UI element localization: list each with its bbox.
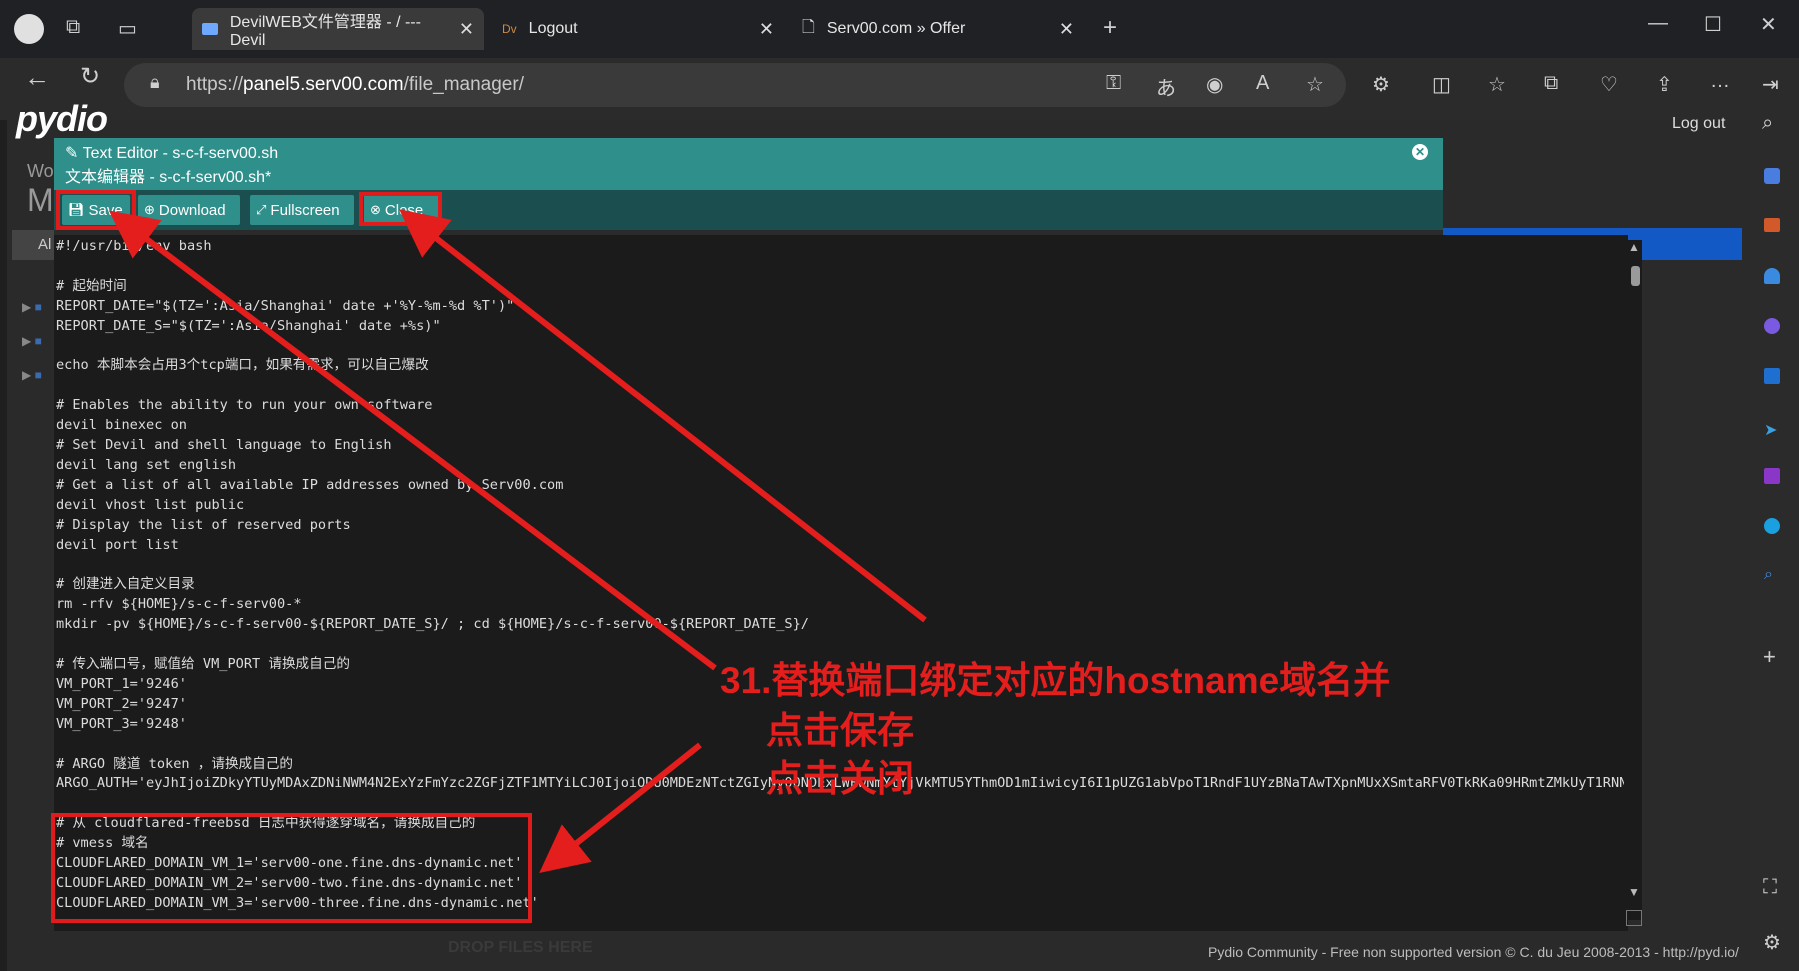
annotation-line-2: 点击保存 — [766, 710, 914, 751]
arrow-to-save — [108, 210, 717, 671]
annotation-line-3: 点击关闭 — [766, 758, 914, 799]
arrow-to-close — [399, 209, 927, 623]
annotation-arrows — [108, 209, 927, 873]
annotation-line-1: 31.替换端口绑定对应的hostname域名并 — [720, 660, 1391, 701]
arrow-to-domains — [539, 742, 702, 873]
